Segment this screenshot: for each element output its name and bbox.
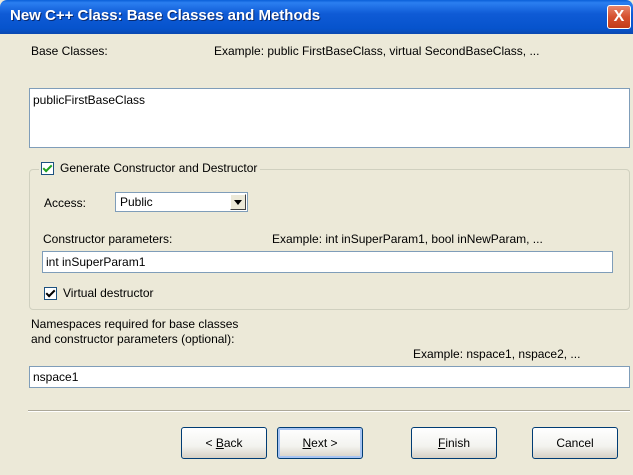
base-classes-example: Example: public FirstBaseClass, virtual … [214,44,540,58]
next-button-suffix: ext > [311,436,338,450]
close-icon: X [613,8,625,25]
virtual-destructor-label: Virtual destructor [63,286,154,300]
cancel-button[interactable]: Cancel [532,427,618,459]
dialog-window: New C++ Class: Base Classes and Methods … [0,0,633,475]
base-classes-value: publicFirstBaseClass [33,93,146,107]
ctor-params-label: Constructor parameters: [43,232,173,246]
namespaces-value: nspace1 [33,370,79,384]
access-select[interactable]: Public [115,192,248,212]
finish-button-suffix: inish [445,436,471,450]
virtual-destructor-checkbox[interactable] [44,286,57,300]
virtual-destructor-checkbox-row[interactable]: Virtual destructor [44,286,154,300]
back-button-prefix: < [205,436,216,450]
base-classes-input[interactable]: publicFirstBaseClass [29,88,630,148]
access-label: Access: [44,196,87,210]
back-button-suffix: ack [223,436,243,450]
button-divider [28,410,630,412]
generate-ctor-checkbox-row[interactable]: Generate Constructor and Destructor [39,161,261,175]
chevron-down-icon[interactable] [230,194,246,210]
ctor-params-example: Example: int inSuperParam1, bool inNewPa… [272,232,543,246]
namespaces-example: Example: nspace1, nspace2, ... [413,347,581,361]
namespaces-label-line1: Namespaces required for base classes [31,317,239,331]
cancel-button-label: Cancel [556,436,594,450]
base-classes-label: Base Classes: [31,44,108,58]
ctor-params-input[interactable]: int inSuperParam1 [42,251,613,273]
close-button[interactable]: X [607,5,631,29]
finish-button[interactable]: Finish [411,427,497,459]
access-select-value: Public [120,195,153,209]
back-button-accel: B [215,436,224,450]
window-title: New C++ Class: Base Classes and Methods [10,7,321,24]
namespaces-label-line2: and constructor parameters (optional): [31,332,235,346]
ctor-params-value: int inSuperParam1 [46,255,146,269]
next-button-accel: N [302,436,312,450]
back-button[interactable]: < Back [181,427,267,459]
next-button[interactable]: Next > [277,427,363,459]
generate-ctor-label: Generate Constructor and Destructor [60,161,258,175]
generate-ctor-checkbox[interactable] [41,161,54,175]
title-bar[interactable]: New C++ Class: Base Classes and Methods … [0,0,633,34]
namespaces-input[interactable]: nspace1 [29,366,630,388]
